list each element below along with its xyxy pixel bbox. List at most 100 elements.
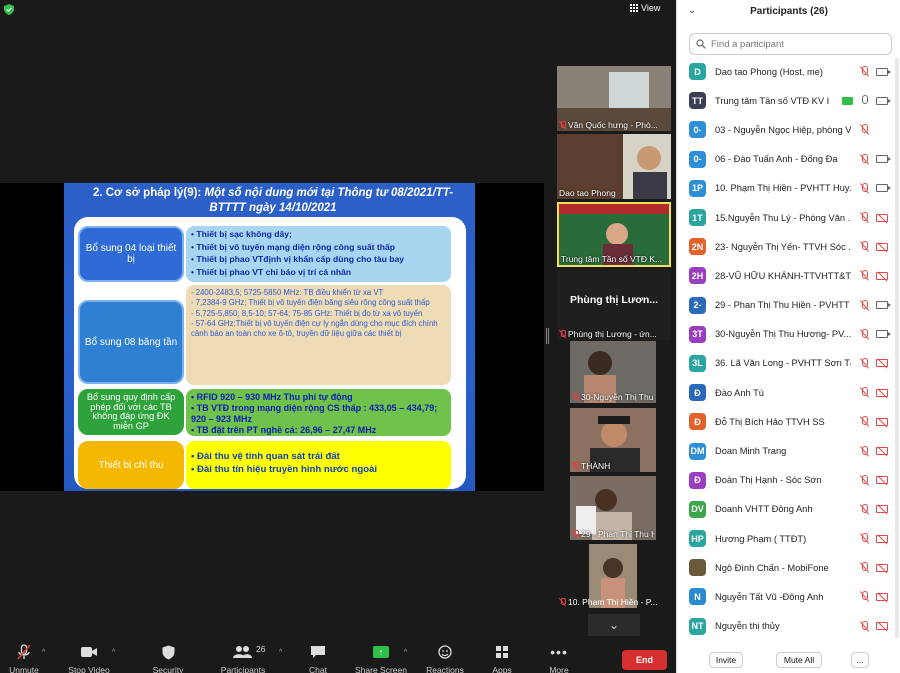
security-button[interactable]: Security [138,643,198,673]
participant-row[interactable]: N Nguyễn Tất Vũ -Đông Anh [677,582,900,611]
mic-muted-icon[interactable] [859,562,870,573]
mic-muted-icon[interactable] [859,241,870,252]
participant-row[interactable]: Đ Đỗ Thị Bích Hảo TTVH SS [677,407,900,436]
chevron-up-icon[interactable]: ^ [279,649,282,656]
tile-name: Văn Quốc hưng - Phò... [559,120,669,130]
mic-muted-icon[interactable] [859,153,870,165]
mic-muted-icon[interactable] [859,591,870,602]
mic-muted-icon[interactable] [859,620,870,632]
avatar: Đ [689,384,706,402]
stop-video-button[interactable]: Stop Video [59,643,119,673]
mic-muted-icon[interactable] [859,299,870,311]
mute-all-button[interactable]: Mute All [776,652,822,668]
video-camera-icon[interactable] [876,96,891,105]
participant-row[interactable]: D Dao tao Phong (Host, me) [677,57,900,86]
mic-on-icon[interactable] [859,95,870,106]
tile-name: Dao tao Phong [559,188,616,198]
video-off-icon[interactable] [876,388,888,397]
video-tile[interactable]: Dao tao Phong [557,134,671,199]
video-tile[interactable]: THÀNH [570,408,656,472]
video-off-icon[interactable] [876,359,888,368]
participant-row[interactable]: Đ Đoàn Thị Hạnh - Sóc Sơn [677,466,900,495]
participant-row[interactable]: NT Nguyễn thị thủy [677,612,900,641]
participant-row[interactable]: 3T 30-Nguyễn Thị Thu Hương- PV... [677,320,900,349]
video-off-icon[interactable] [876,476,888,485]
video-off-icon[interactable] [876,622,888,631]
chevron-up-icon[interactable]: ^ [42,649,45,656]
video-off-icon[interactable] [876,271,888,280]
tile-name: Phùng thị Lương - ứn... [559,329,669,339]
video-tile-active-speaker[interactable]: Trung tâm Tần số VTĐ K... [557,202,671,267]
chat-button[interactable]: Chat [288,643,348,673]
video-camera-icon[interactable] [876,67,891,76]
mic-muted-icon[interactable] [859,474,870,486]
unmute-button[interactable]: Unmute [0,643,54,673]
mic-muted-icon[interactable] [859,533,870,544]
search-input[interactable] [711,38,881,50]
video-off-icon[interactable] [876,563,888,572]
video-camera-icon[interactable] [876,330,891,339]
participant-row[interactable]: HP Hương Phạm ( TTĐT) [677,524,900,553]
participant-row[interactable]: DV Doanh VHTT Đông Anh [677,495,900,524]
apps-button[interactable]: Apps [472,643,532,673]
mic-muted-icon[interactable] [859,416,870,427]
mic-muted-icon[interactable] [859,212,870,223]
participant-name: Dao tao Phong (Host, me) [715,66,823,77]
participant-row[interactable]: 2N 23- Nguyễn Thị Yến- TTVH Sóc ... [677,232,900,261]
avatar [689,559,706,577]
video-off-icon[interactable] [876,592,888,601]
participant-name: 30-Nguyễn Thị Thu Hương- PV... [715,329,851,340]
participant-status-icons [859,182,891,194]
video-camera-icon[interactable] [876,301,891,310]
avatar: TT [689,92,706,110]
video-off-icon[interactable] [876,213,888,222]
video-off-icon[interactable] [876,534,888,543]
mic-muted-icon[interactable] [859,66,870,77]
invite-button[interactable]: Invite [709,652,743,668]
video-tile[interactable]: Phùng thị Lương - ứn... [557,318,671,340]
participant-row[interactable]: 3L 36. Lã Văn Long - PVHTT Sơn Tây [677,349,900,378]
resize-handle[interactable] [546,328,549,344]
mic-muted-icon[interactable] [859,387,870,398]
more-options-button[interactable]: ... [851,652,869,668]
video-tile[interactable]: 29 - Phan Thị Thu Hiề... [570,476,656,540]
participant-status-icons [859,328,891,340]
mic-muted-icon[interactable] [859,124,870,135]
participant-search[interactable] [689,33,892,55]
participant-row[interactable]: DM Doan Minh Trang [677,436,900,465]
mic-muted-icon[interactable] [859,182,870,194]
more-button[interactable]: ••• More [529,643,589,673]
participant-row[interactable]: Đ Đào Anh Tú [677,378,900,407]
participant-row[interactable]: 1P 10. Phạm Thị Hiền - PVHTT Huy... [677,174,900,203]
end-meeting-button[interactable]: End [622,650,667,670]
video-tile[interactable]: 30-Nguyễn Thị Thu H... [570,341,656,403]
participant-row[interactable]: 2H 28-VŨ HỮU KHÁNH-TTVHTT&T... [677,261,900,290]
video-off-icon[interactable] [876,447,888,456]
video-off-icon[interactable] [876,505,888,514]
share-screen-button[interactable]: ↑ Share Screen [351,643,411,673]
reactions-button[interactable]: Reactions [415,643,475,673]
participant-row[interactable]: TT Trung tâm Tần số VTĐ KV I [677,86,900,115]
shield-icon[interactable] [4,4,14,15]
view-button[interactable]: View [630,3,660,13]
participant-row[interactable]: 2- 29 - Phan Thị Thu Hiền - PVHTT ... [677,291,900,320]
video-tile[interactable]: Văn Quốc hưng - Phò... [557,66,671,131]
participant-row[interactable]: 1T 15.Nguyễn Thu Lý - Phòng Văn ... [677,203,900,232]
mic-muted-icon[interactable] [859,503,870,515]
scroll-down-button[interactable]: ⌄ [588,614,640,636]
participant-row[interactable]: 0- 03 - Nguyễn Ngọc Hiệp, phòng VH... [677,115,900,144]
video-camera-icon[interactable] [876,155,891,164]
video-off-icon[interactable] [876,417,888,426]
video-off-icon[interactable] [876,242,888,251]
mic-muted-icon[interactable] [859,445,870,457]
participants-button[interactable]: 26 Participants [213,643,273,673]
mic-muted-icon[interactable] [859,357,870,369]
mic-muted-icon[interactable] [859,328,870,340]
participant-row[interactable]: Ngô Đình Chấn - MobiFone [677,553,900,582]
mic-muted-icon[interactable] [859,270,870,281]
participant-row[interactable]: 0- 06 - Đào Tuấn Anh - Đống Đa [677,145,900,174]
chevron-up-icon[interactable]: ^ [112,649,115,656]
shared-screen[interactable]: 2. Cơ sở pháp lý(9): Một số nội dung mới… [0,183,544,491]
chevron-up-icon[interactable]: ^ [404,649,407,656]
video-camera-icon[interactable] [876,184,891,193]
